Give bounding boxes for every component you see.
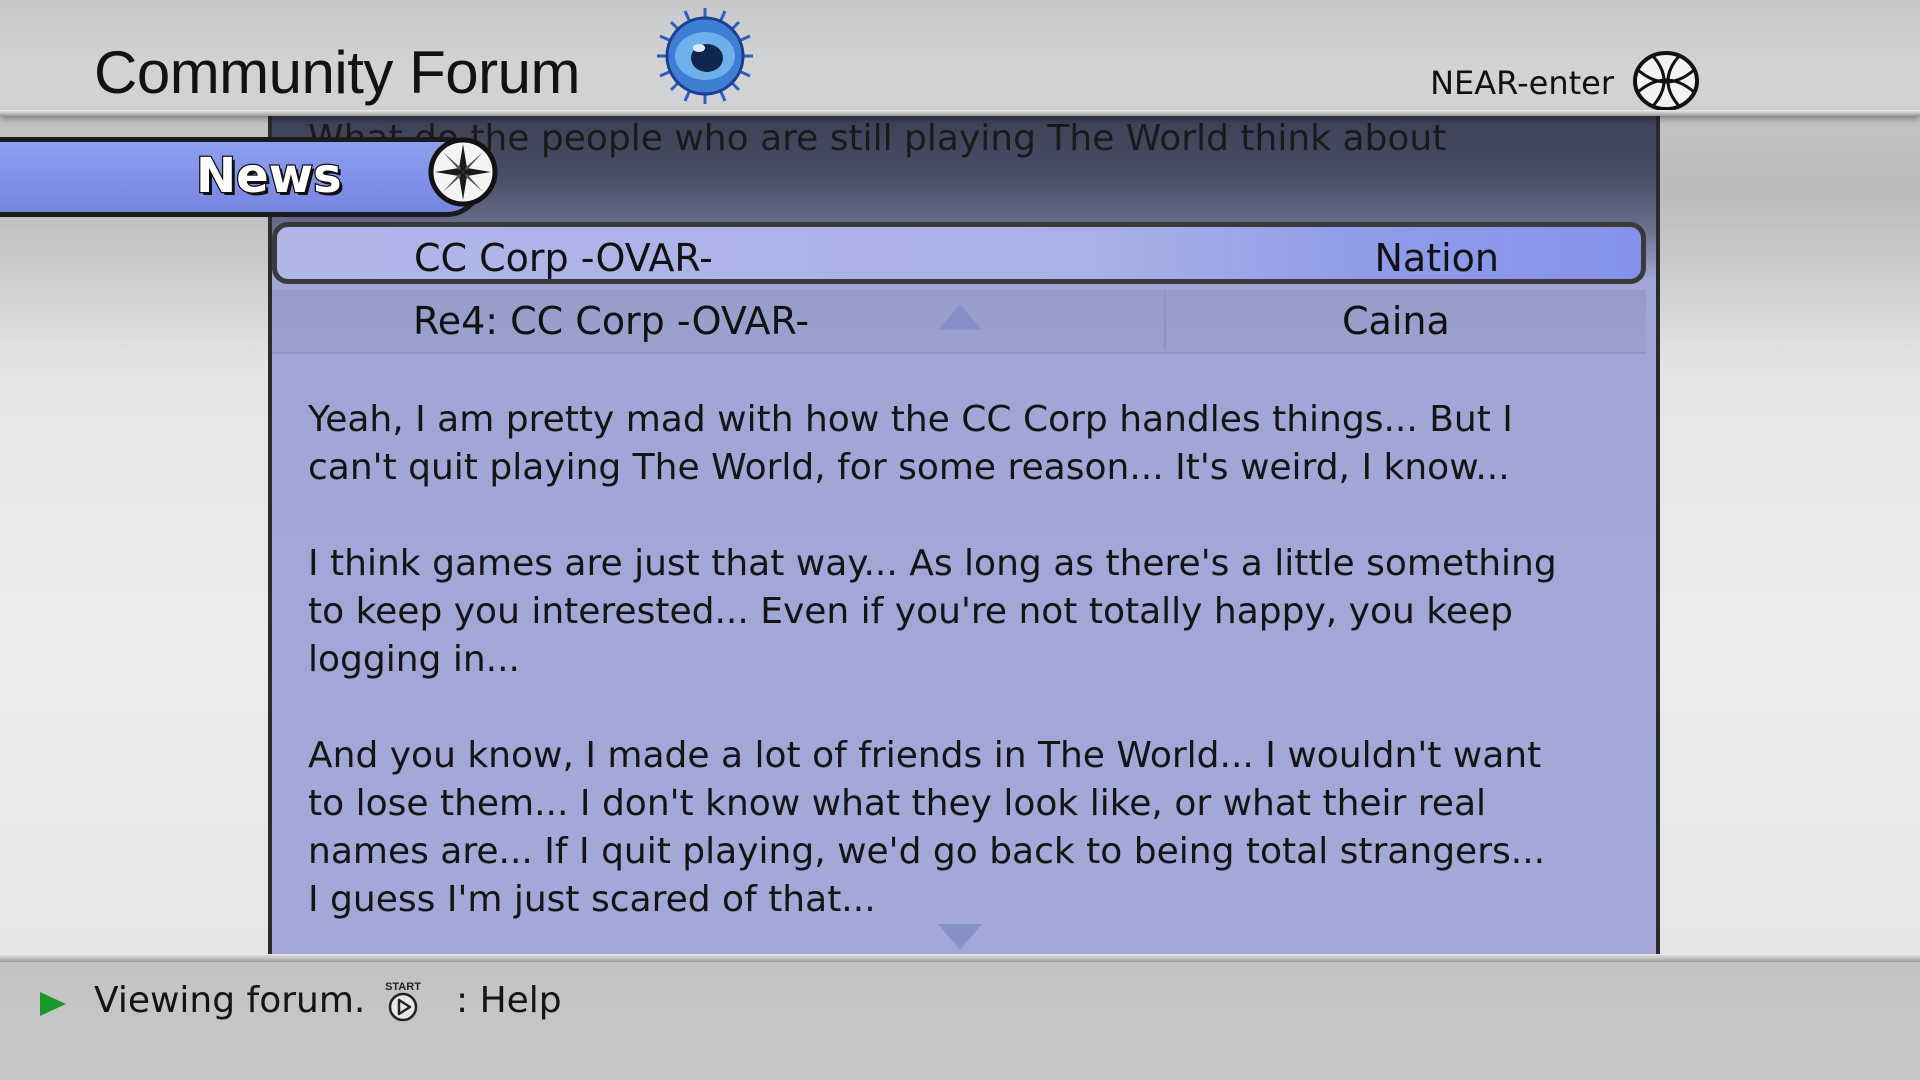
reply-author: Caina — [1342, 299, 1450, 343]
scroll-up-arrow-icon[interactable] — [938, 304, 982, 330]
help-label: : Help — [456, 980, 562, 1021]
compass-icon — [428, 137, 498, 207]
column-divider — [1164, 292, 1166, 350]
news-tab[interactable]: News — [0, 137, 483, 217]
reply-paragraph: Yeah, I am pretty mad with how the CC Co… — [308, 399, 1513, 488]
status-text: Viewing forum. — [94, 980, 366, 1021]
footer-bar: Viewing forum. START : Help — [0, 954, 1920, 1080]
globe-icon[interactable] — [1632, 50, 1700, 112]
start-badge-text: START — [385, 981, 421, 993]
thread-author: Nation — [1374, 236, 1499, 280]
page-title: Community Forum — [94, 39, 580, 106]
reply-paragraph: I think games are just that way... As lo… — [308, 543, 1557, 680]
news-tab-label: News — [195, 147, 343, 206]
start-button-icon[interactable]: START — [382, 979, 424, 1023]
thread-subject: CC Corp -OVAR- — [414, 236, 713, 280]
near-enter-label: NEAR-enter — [1430, 64, 1614, 102]
play-icon — [40, 992, 66, 1016]
reply-paragraph: And you know, I made a lot of friends in… — [308, 735, 1546, 920]
blue-eye-emblem-icon — [657, 8, 753, 104]
thread-row-selected[interactable]: CC Corp -OVAR- Nation — [272, 222, 1646, 284]
header-bar: Community Forum NEAR-enter — [0, 0, 1920, 116]
reply-subject: Re4: CC Corp -OVAR- — [413, 299, 810, 343]
scroll-down-arrow-icon[interactable] — [938, 924, 982, 950]
reply-body: Yeah, I am pretty mad with how the CC Co… — [308, 396, 1558, 972]
